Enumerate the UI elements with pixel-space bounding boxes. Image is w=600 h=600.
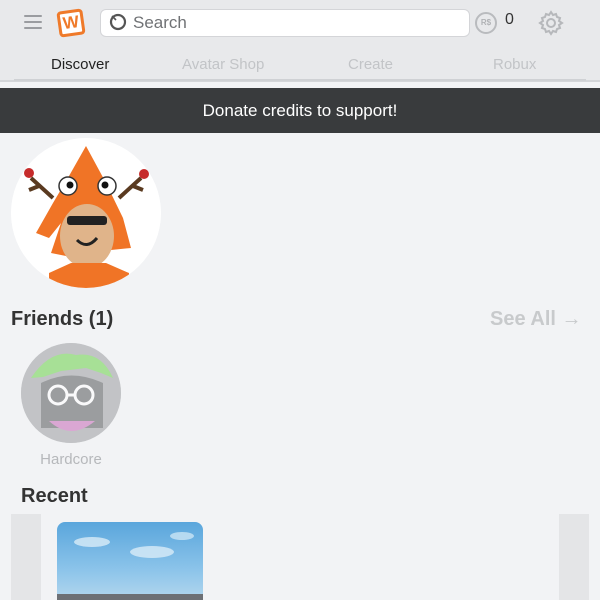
tab-avatar-shop[interactable]: Avatar Shop xyxy=(182,56,264,73)
gear-icon[interactable] xyxy=(538,10,564,36)
search-icon xyxy=(109,13,127,31)
robux-count: 0 xyxy=(505,11,514,28)
scroll-right-button[interactable] xyxy=(559,514,589,600)
app-page: W R$ 0 Discover Avatar Shop Create Robux… xyxy=(0,0,600,600)
top-bar: W R$ 0 xyxy=(0,0,600,46)
robux-icon[interactable]: R$ xyxy=(475,12,497,34)
tabs-divider xyxy=(14,79,586,81)
avatar-image xyxy=(11,138,161,288)
search-box[interactable] xyxy=(100,9,470,37)
tab-robux[interactable]: Robux xyxy=(493,56,536,73)
menu-icon[interactable] xyxy=(24,15,42,29)
main-tabs: Discover Avatar Shop Create Robux xyxy=(0,46,600,82)
recent-heading: Recent xyxy=(21,485,88,507)
tab-discover[interactable]: Discover xyxy=(51,56,109,73)
friend-name[interactable]: Hardcore xyxy=(21,451,121,468)
tab-create[interactable]: Create xyxy=(348,56,393,73)
search-input[interactable] xyxy=(133,12,453,34)
scroll-left-button[interactable] xyxy=(11,514,41,600)
friend-avatar-image xyxy=(21,343,121,443)
donate-banner[interactable]: Donate credits to support! xyxy=(0,88,600,133)
user-avatar[interactable] xyxy=(11,138,161,288)
friend-avatar[interactable] xyxy=(21,343,121,443)
app-logo[interactable]: W xyxy=(56,8,86,38)
see-all-link[interactable]: See All → xyxy=(490,308,582,331)
friends-heading: Friends (1) xyxy=(11,308,114,330)
game-thumbnail-image xyxy=(57,532,203,600)
recent-game-thumbnail[interactable] xyxy=(57,522,203,600)
